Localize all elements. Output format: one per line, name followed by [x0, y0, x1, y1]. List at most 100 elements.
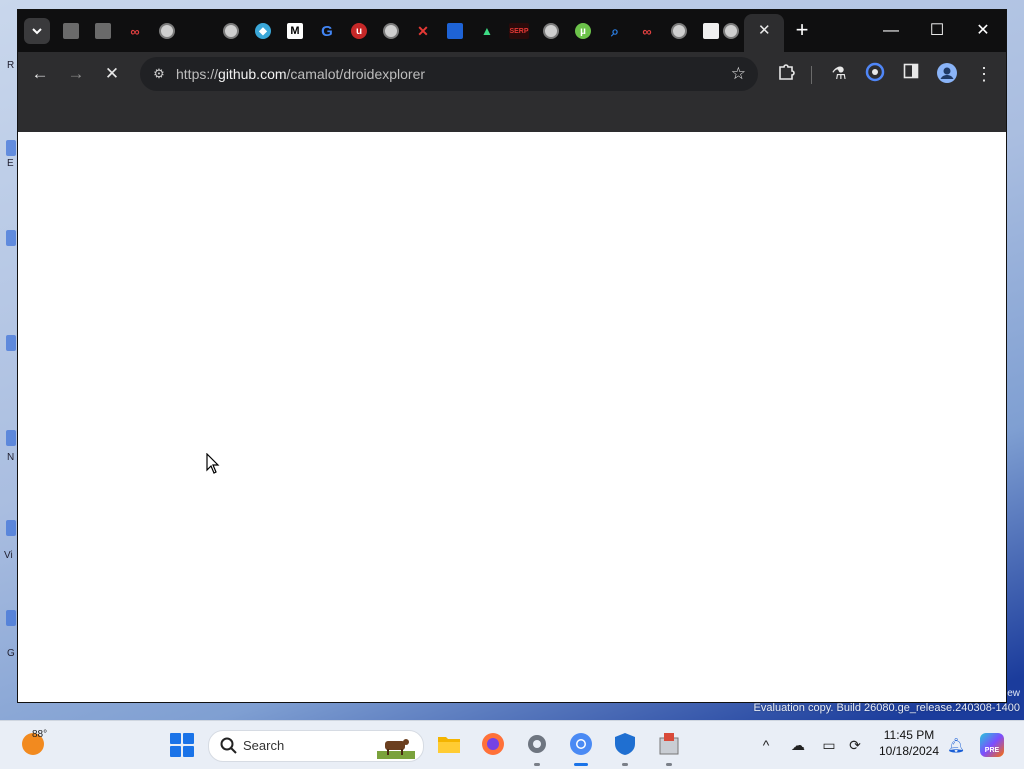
desktop-icon[interactable] — [6, 140, 16, 156]
desktop-icon[interactable] — [6, 520, 16, 536]
star-icon[interactable]: ☆ — [731, 64, 746, 84]
url-text[interactable]: https://github.com/camalot/droidexplorer — [176, 66, 425, 82]
tab-12[interactable]: ✕ — [412, 20, 434, 42]
sync-icon[interactable]: ⟳ — [846, 736, 864, 754]
close-tab-icon[interactable]: ✕ — [758, 22, 771, 40]
defender-icon[interactable] — [612, 731, 638, 757]
tab-22[interactable] — [720, 20, 742, 42]
evaluation-watermark: Evaluation copy. Build 26080.ge_release.… — [753, 702, 1020, 714]
tab-search-button[interactable] — [24, 18, 50, 44]
globe-icon — [223, 23, 239, 39]
windows-start-icon[interactable] — [170, 733, 194, 757]
desktop-icon[interactable] — [6, 230, 16, 246]
file-explorer-icon[interactable] — [436, 731, 462, 757]
notes-icon — [95, 23, 111, 39]
tab-5[interactable] — [188, 20, 210, 42]
close-window-button[interactable]: ✕ — [963, 16, 1003, 46]
infinity-icon: ∞ — [642, 23, 652, 39]
tab-20[interactable] — [668, 20, 690, 42]
weather-temp: 88° — [32, 729, 48, 740]
desktop-icon[interactable] — [6, 430, 16, 446]
bell-icon[interactable]: 🔔︎ — [947, 736, 965, 754]
display-icon[interactable]: ▭ — [820, 736, 838, 754]
desktop-icons-strip: R E N Vi G — [0, 0, 18, 720]
tab-1[interactable] — [60, 20, 82, 42]
maximize-button[interactable]: ☐ — [917, 16, 957, 46]
tab-3[interactable]: ∞ — [124, 20, 146, 42]
sidepanel-icon[interactable] — [899, 62, 923, 86]
tab-10[interactable]: u — [348, 20, 370, 42]
page-content[interactable] — [18, 132, 1006, 702]
copilot-icon[interactable]: PRE — [980, 733, 1004, 757]
desktop-icon[interactable] — [6, 610, 16, 626]
search-icon: ⌕ — [611, 22, 619, 39]
mouse-cursor-icon — [206, 452, 220, 480]
url-host: github.com — [218, 66, 287, 82]
forward-button[interactable]: → — [64, 62, 88, 86]
tab-17[interactable]: µ — [572, 20, 594, 42]
browser-window: ∞ ◆ M G u ✕ ▲ SERP µ ⌕ ∞ ✕ + — ☐ ✕ ← → ✕… — [18, 10, 1006, 702]
tab-7[interactable]: ◆ — [252, 20, 274, 42]
search-label: Search — [243, 738, 285, 753]
globe-icon — [671, 23, 687, 39]
copilot-badge: PRE — [984, 746, 1000, 754]
globe-icon — [543, 23, 559, 39]
running-indicator — [534, 763, 540, 766]
medium-icon: M — [287, 23, 303, 39]
bookmarks-bar — [18, 96, 1006, 133]
ublock-icon: u — [351, 23, 367, 39]
tab-2[interactable] — [92, 20, 114, 42]
blank-icon — [191, 23, 207, 39]
clock-time: 11:45 PM — [883, 728, 935, 742]
tab-18[interactable]: ⌕ — [604, 20, 626, 42]
chrome-icon[interactable] — [568, 731, 594, 757]
tab-4[interactable] — [156, 20, 178, 42]
taskbar-search[interactable]: Search — [208, 730, 424, 762]
image-icon — [703, 23, 719, 39]
notes-icon — [63, 23, 79, 39]
settings-icon[interactable] — [524, 731, 550, 757]
infinity-icon: ∞ — [130, 23, 140, 39]
tab-9[interactable]: G — [316, 20, 338, 42]
taskbar: 88° Search ^ ☁ ▭ ⟳ 11:45 PM 10/18/2024 🔔… — [0, 720, 1024, 769]
tab-15[interactable]: SERP — [508, 20, 530, 42]
tab-21[interactable] — [700, 20, 722, 42]
minimize-button[interactable]: — — [871, 16, 911, 46]
puzzle-icon[interactable] — [774, 62, 798, 86]
firefox-icon[interactable] — [480, 731, 506, 757]
x-icon: ✕ — [417, 22, 429, 39]
back-button[interactable]: ← — [28, 62, 52, 86]
globe-icon — [723, 23, 739, 39]
gemini-icon[interactable] — [863, 62, 887, 86]
tab-14[interactable]: ▲ — [476, 20, 498, 42]
clock[interactable]: 11:45 PM 10/18/2024 — [874, 728, 944, 758]
stop-loading-button[interactable]: ✕ — [100, 62, 124, 86]
desktop-icon-label: R — [7, 60, 15, 71]
tab-6[interactable] — [220, 20, 242, 42]
tab-8[interactable]: M — [284, 20, 306, 42]
search-icon — [220, 737, 237, 754]
chevron-down-icon — [32, 28, 42, 35]
browser-toolbar: ← → ✕ ⚙ https://github.com/camalot/droid… — [18, 52, 1006, 96]
chevron-up-icon[interactable]: ^ — [757, 736, 775, 754]
site-settings-icon[interactable]: ⚙ — [150, 65, 168, 83]
globe-icon — [159, 23, 175, 39]
installer-icon[interactable] — [656, 731, 682, 757]
toolbar-divider — [811, 66, 812, 84]
menu-icon[interactable]: ⋮ — [972, 62, 996, 86]
new-tab-button[interactable]: + — [790, 18, 814, 42]
profile-icon[interactable] — [935, 62, 959, 86]
flask-icon[interactable]: ⚗ — [827, 62, 851, 86]
tab-11[interactable] — [380, 20, 402, 42]
tab-13[interactable] — [444, 20, 466, 42]
desktop-icon-label: N — [7, 452, 15, 463]
tab-16[interactable] — [540, 20, 562, 42]
url-path: /camalot/droidexplorer — [286, 66, 426, 82]
utorrent-icon: µ — [575, 23, 591, 39]
cloud-off-icon[interactable]: ☁ — [789, 736, 807, 754]
desktop-icon-label: E — [7, 158, 14, 169]
address-bar[interactable]: ⚙ https://github.com/camalot/droidexplor… — [140, 57, 758, 91]
desktop-icon[interactable] — [6, 335, 16, 351]
tab-19[interactable]: ∞ — [636, 20, 658, 42]
url-scheme: https:// — [176, 66, 219, 82]
